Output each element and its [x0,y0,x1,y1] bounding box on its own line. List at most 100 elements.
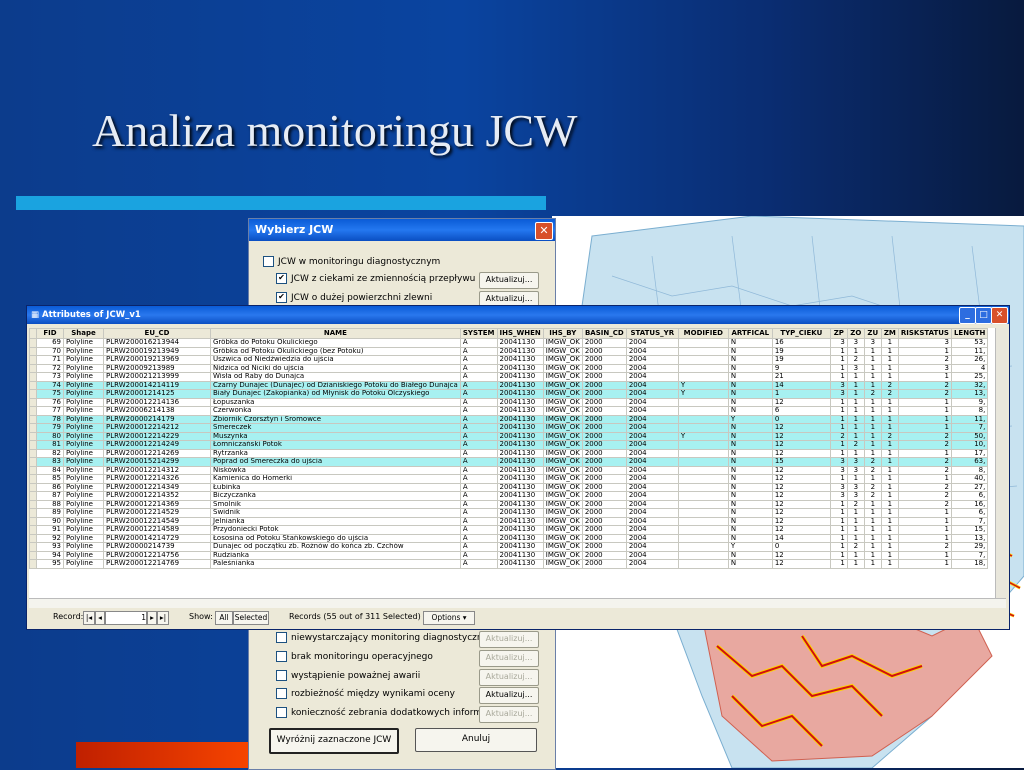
table-row[interactable]: 86 Polyline PLRW200012214349 Łubinka A 200411… [29,482,989,492]
column-header[interactable]: ZU [863,328,882,339]
row-selector[interactable] [29,550,37,560]
highlight-selected-button[interactable]: Wyróżnij zaznaczone JCW [269,728,399,754]
table-row[interactable]: 82 Polyline PLRW200012214269 Rytrzanka A 2004… [29,448,989,458]
table-row[interactable]: 88 Polyline PLRW200012214369 Smolnik A 200411… [29,499,989,509]
row-selector[interactable] [29,440,37,450]
checkbox-unchecked-icon[interactable] [263,256,274,267]
attribute-table[interactable]: FID Shape EU_CD NAME SYSTEM IHS_WHEN IHS_BY BAS… [29,328,995,598]
table-row[interactable]: 93 Polyline PLRW20000214739 Dunajec od pocz… [29,542,989,552]
table-row[interactable]: 74 Polyline PLRW200014214119 Czarny Dunajec… [29,380,989,390]
table-row[interactable]: 91 Polyline PLRW200012214589 Przydoniecki P… [29,525,989,535]
column-header[interactable]: Shape [63,328,104,339]
column-header[interactable]: STATUS_YR [625,328,679,339]
table-row[interactable]: 77 Polyline PLRW20006214138 Czerwonka A 20041… [29,406,989,416]
column-header[interactable]: ARTFICAL [727,328,773,339]
table-row[interactable]: 78 Polyline PLRW20000214179 Zbiornik Czorsz… [29,414,989,424]
update-insufficient-button[interactable]: Aktualizuj... [479,631,539,648]
row-selector[interactable] [29,431,37,441]
show-all-button[interactable]: All [215,611,233,625]
column-header[interactable]: LENGTH [950,328,989,339]
option-serious-failure[interactable]: wystąpienie poważnej awarii [276,670,420,681]
table-row[interactable]: 94 Polyline PLRW200012214756 Rudzianka A 2004… [29,550,989,560]
table-row[interactable]: 84 Polyline PLRW200012214312 Niskówka A 20041… [29,465,989,475]
row-selector[interactable] [29,372,37,382]
row-selector[interactable] [29,457,37,467]
row-selector[interactable] [29,474,37,484]
row-selector[interactable] [29,338,37,348]
option-discrepancy[interactable]: rozbieżność między wynikami oceny [276,688,455,699]
column-header[interactable]: MODIFIED [677,328,729,339]
table-row[interactable]: 73 Polyline PLRW200021213999 Wisła od Raby … [29,372,989,382]
column-header[interactable]: IHS_WHEN [496,328,544,339]
cancel-button[interactable]: Anuluj [415,728,537,752]
checkbox-checked-icon[interactable]: ✔ [276,273,287,284]
table-row[interactable]: 79 Polyline PLRW200012214212 Smereczek A 2004… [29,423,989,433]
column-header[interactable]: BASIN_CD [581,328,627,339]
column-header[interactable]: RISKSTATUS [897,328,952,339]
update-info-button[interactable]: Aktualizuj... [479,706,539,723]
table-row[interactable]: 80 Polyline PLRW200012214229 Muszynka A 20041… [29,431,989,441]
table-row[interactable]: 92 Polyline PLRW200014214729 Łososina od Po… [29,533,989,543]
update-flow-button[interactable]: Aktualizuj... [479,272,539,289]
row-selector[interactable] [29,559,37,569]
option-diagnostic[interactable]: JCW w monitoringu diagnostycznym [263,256,440,267]
option-flow-variability[interactable]: ✔ JCW z ciekami ze zmiennością przepływu [276,273,475,284]
row-selector[interactable] [29,482,37,492]
row-selector[interactable] [29,491,37,501]
row-selector[interactable] [29,380,37,390]
checkbox-unchecked-icon[interactable] [276,707,287,718]
row-selector[interactable] [29,465,37,475]
row-selector[interactable] [29,346,37,356]
table-row[interactable]: 81 Polyline PLRW200012214249 Łomniczański P… [29,440,989,450]
row-selector[interactable] [29,423,37,433]
column-header[interactable]: ZP [829,328,848,339]
minimize-icon[interactable]: _ [959,307,976,324]
row-selector[interactable] [29,363,37,373]
row-selector[interactable] [29,525,37,535]
table-row[interactable]: 85 Polyline PLRW200012214326 Kamienica do H… [29,474,989,484]
table-row[interactable]: 72 Polyline PLRW20009213989 Nidzica od Nici… [29,363,989,373]
table-row[interactable]: 70 Polyline PLRW200019213949 Grôbka od Poto… [29,346,989,356]
column-header[interactable]: IHS_BY [542,328,583,339]
table-row[interactable]: 90 Polyline PLRW200012214549 Jelnianka A 2004… [29,516,989,526]
checkbox-unchecked-icon[interactable] [276,688,287,699]
row-selector[interactable] [29,448,37,458]
checkbox-unchecked-icon[interactable] [276,632,287,643]
option-insufficient-monitoring[interactable]: niewystarczający monitoring diagnostyczn… [276,632,488,643]
table-row[interactable]: 71 Polyline PLRW200019213969 Uszwica od Nie… [29,355,989,365]
table-row[interactable]: 75 Polyline PLRW20001214125 Biały Dunajec (… [29,389,989,399]
column-header[interactable]: ZM [880,328,899,339]
row-selector[interactable] [29,542,37,552]
checkbox-unchecked-icon[interactable] [276,670,287,681]
row-selector[interactable] [29,533,37,543]
table-row[interactable]: 76 Polyline PLRW200012214136 Łopuszanka A 200… [29,397,989,407]
table-row[interactable]: 89 Polyline PLRW200012214529 Świdnik A 200411… [29,508,989,518]
row-selector[interactable] [29,414,37,424]
update-operational-button[interactable]: Aktualizuj... [479,650,539,667]
update-discrepancy-button[interactable]: Aktualizuj... [479,687,539,704]
option-no-operational[interactable]: brak monitoringu operacyjnego [276,651,433,662]
table-row[interactable]: 87 Polyline PLRW200012214352 Biczyczanka A 20… [29,491,989,501]
table-row[interactable]: 95 Polyline PLRW200012214769 Paleśnianka A 20… [29,559,989,569]
table-row[interactable]: 83 Polyline PLRW200015214299 Poprad od Smer… [29,457,989,467]
row-selector[interactable] [29,499,37,509]
close-icon[interactable]: ✕ [535,222,553,240]
table-row[interactable]: 69 Polyline PLRW200016213944 Grôbka do Poto… [29,338,989,348]
row-selector[interactable] [29,516,37,526]
row-selector[interactable] [29,508,37,518]
row-selector[interactable] [29,397,37,407]
column-header[interactable]: NAME [210,328,461,339]
close-icon[interactable]: ✕ [991,307,1008,324]
row-selector[interactable] [29,355,37,365]
update-failure-button[interactable]: Aktualizuj... [479,669,539,686]
show-selected-button[interactable]: Selected [233,611,269,625]
column-header[interactable]: TYP_CIEKU [771,328,831,339]
first-record-icon[interactable]: |◂ [83,611,95,625]
horizontal-scrollbar[interactable] [29,598,1006,608]
last-record-icon[interactable]: ▸| [157,611,169,625]
option-large-basin[interactable]: ✔ JCW o dużej powierzchni zlewni [276,292,432,303]
column-header[interactable]: EU_CD [103,328,211,339]
maximize-icon[interactable]: □ [975,307,992,324]
checkbox-unchecked-icon[interactable] [276,651,287,662]
next-record-icon[interactable]: ▸ [147,611,157,625]
